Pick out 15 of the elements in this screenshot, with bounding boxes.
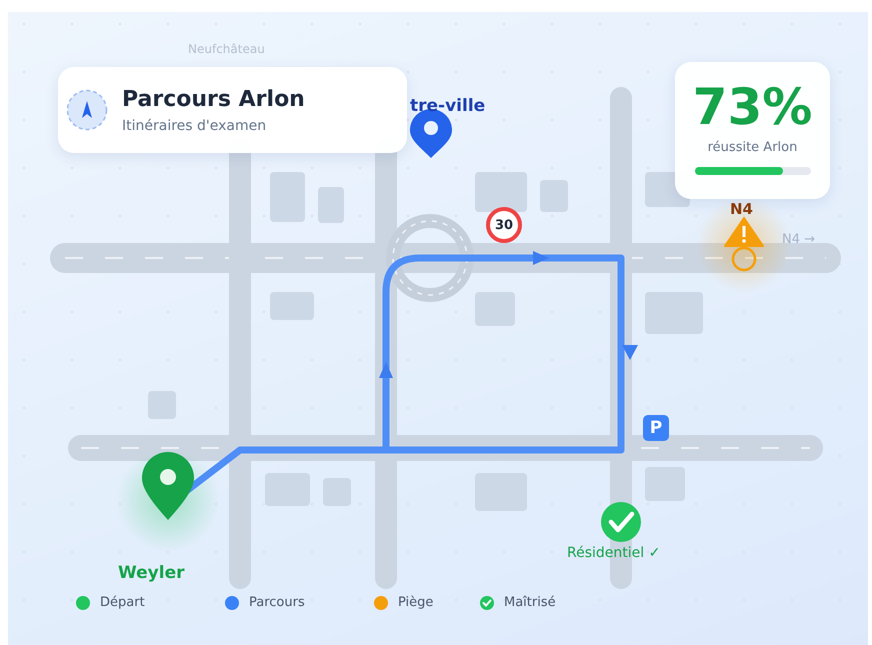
card-title: Parcours Arlon xyxy=(122,86,305,112)
mastered-label: Résidentiel ✓ xyxy=(567,545,660,561)
card-subtitle: Itinéraires d'examen xyxy=(122,118,268,134)
map-label: Neufchâteau xyxy=(188,42,265,56)
parking-sign: P xyxy=(643,415,669,441)
map-label: tre-ville xyxy=(410,96,486,116)
map-label: N4 → xyxy=(782,232,816,247)
legend-label: Départ xyxy=(100,595,145,610)
success-label: réussite Arlon xyxy=(708,140,798,155)
hazard-label: N4 xyxy=(730,200,753,218)
legend-label: Parcours xyxy=(249,595,305,610)
legend-label: Piège xyxy=(398,595,434,610)
success-rate: 73% xyxy=(692,80,812,134)
start-label: Weyler xyxy=(118,563,184,583)
legend-label: Maîtrisé xyxy=(504,595,556,610)
